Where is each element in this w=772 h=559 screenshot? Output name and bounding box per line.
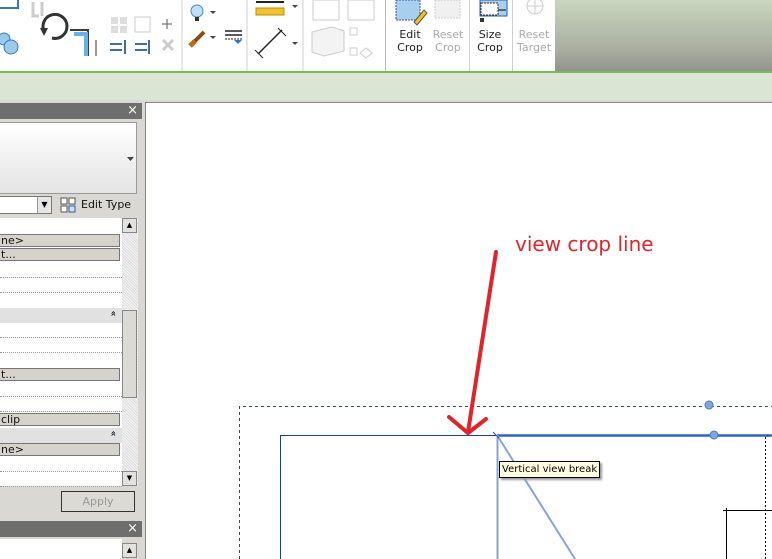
model-line [723, 508, 772, 559]
view-crop-boundary[interactable] [280, 435, 498, 559]
view-break-diagonal [496, 434, 576, 559]
tooltip: Vertical view break [499, 461, 601, 478]
crop-drag-handle[interactable] [709, 430, 719, 440]
drawing-geometry [239, 250, 772, 559]
red-arrow-annotation [447, 250, 498, 436]
crop-drag-handle[interactable] [704, 400, 714, 410]
annotation-crop-boundary[interactable] [239, 406, 772, 559]
model-edge [765, 435, 769, 559]
annotation-label: view crop line [515, 232, 654, 256]
